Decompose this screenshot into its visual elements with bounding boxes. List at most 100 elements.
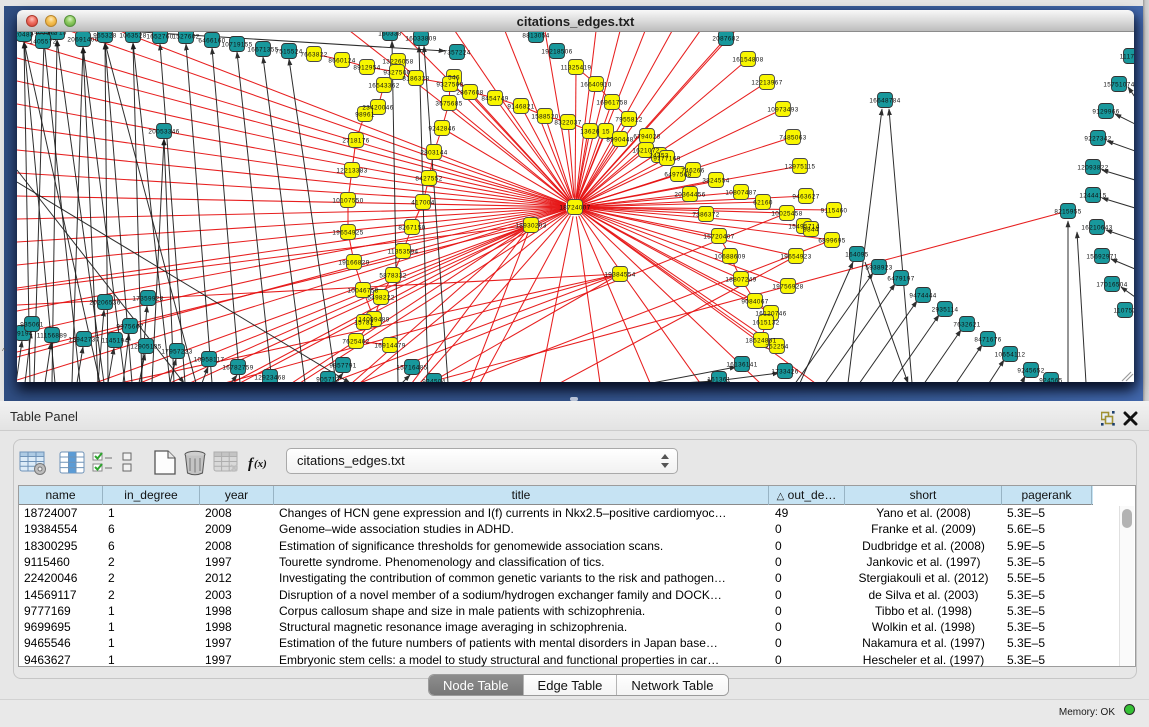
svg-text:9242846: 9242846 bbox=[428, 125, 455, 132]
svg-text:10654112: 10654112 bbox=[995, 351, 1026, 358]
svg-text:19756928: 19756928 bbox=[772, 283, 803, 290]
svg-text:62160: 62160 bbox=[753, 199, 773, 206]
svg-text:16543362: 16543362 bbox=[368, 82, 399, 89]
svg-text:1063528: 1063528 bbox=[119, 32, 146, 39]
svg-text:17016504: 17016504 bbox=[1096, 281, 1127, 288]
svg-text:546: 546 bbox=[448, 74, 460, 81]
svg-text:(x): (x) bbox=[254, 458, 267, 470]
svg-text:1733426: 1733426 bbox=[771, 368, 798, 375]
svg-text:8912954: 8912954 bbox=[353, 64, 380, 71]
svg-text:15782: 15782 bbox=[354, 319, 374, 326]
svg-text:9227342: 9227342 bbox=[1084, 135, 1111, 142]
svg-text:15692971: 15692971 bbox=[1086, 253, 1117, 260]
svg-text:7386372: 7386372 bbox=[692, 211, 719, 218]
svg-text:16914479: 16914479 bbox=[374, 342, 405, 349]
svg-text:1244415: 1244415 bbox=[1079, 192, 1106, 199]
svg-text:18807249: 18807249 bbox=[725, 276, 756, 283]
svg-text:8454749: 8454749 bbox=[481, 95, 508, 102]
svg-text:935061: 935061 bbox=[20, 321, 44, 328]
svg-text:924565: 924565 bbox=[1039, 377, 1063, 382]
svg-text:17957223: 17957223 bbox=[161, 348, 192, 355]
svg-text:1615132: 1615132 bbox=[752, 319, 779, 326]
svg-text:2718176: 2718176 bbox=[342, 137, 369, 144]
svg-text:9245652: 9245652 bbox=[1017, 367, 1044, 374]
svg-text:10107550: 10107550 bbox=[332, 197, 363, 204]
svg-text:8813054: 8813054 bbox=[522, 32, 549, 39]
svg-text:16136141: 16136141 bbox=[726, 361, 757, 368]
svg-text:8471676: 8471676 bbox=[974, 336, 1001, 343]
svg-text:160338: 160338 bbox=[378, 32, 402, 37]
svg-text:10025458: 10025458 bbox=[771, 210, 802, 217]
svg-text:7955812: 7955812 bbox=[615, 116, 642, 123]
svg-text:417004: 417004 bbox=[411, 199, 435, 206]
svg-text:10046758: 10046758 bbox=[347, 287, 378, 294]
svg-text:16671355: 16671355 bbox=[247, 46, 278, 53]
svg-text:8660124: 8660124 bbox=[328, 57, 355, 64]
svg-text:2087682: 2087682 bbox=[712, 35, 739, 42]
svg-text:16640910: 16640910 bbox=[580, 81, 611, 88]
svg-text:7632621: 7632621 bbox=[953, 321, 980, 328]
svg-text:6794028: 6794028 bbox=[633, 133, 660, 140]
svg-text:1652760: 1652760 bbox=[146, 33, 173, 40]
svg-text:11325419: 11325419 bbox=[561, 64, 592, 71]
svg-text:10973493: 10973493 bbox=[767, 106, 798, 113]
svg-text:9857791: 9857791 bbox=[329, 362, 356, 369]
svg-text:8427552: 8427552 bbox=[415, 175, 442, 182]
svg-text:13226058: 13226058 bbox=[382, 58, 413, 65]
svg-text:12905135: 12905135 bbox=[130, 343, 161, 350]
svg-text:16648784: 16648784 bbox=[869, 97, 900, 104]
svg-text:13626: 13626 bbox=[580, 128, 600, 135]
svg-text:96715: 96715 bbox=[47, 32, 67, 36]
svg-text:2935114: 2935114 bbox=[932, 306, 959, 313]
svg-text:9777169: 9777169 bbox=[653, 155, 680, 162]
svg-text:15751074: 15751074 bbox=[1103, 81, 1134, 88]
svg-text:6899695: 6899695 bbox=[818, 237, 845, 244]
svg-text:12923468: 12923468 bbox=[254, 374, 285, 381]
svg-text:7515524: 7515524 bbox=[275, 48, 302, 55]
svg-text:5938923: 5938923 bbox=[865, 264, 892, 271]
svg-text:5878332: 5878332 bbox=[379, 272, 406, 279]
svg-text:16120746: 16120746 bbox=[755, 310, 786, 317]
svg-text:8215955: 8215955 bbox=[1054, 208, 1081, 215]
svg-text:9463627: 9463627 bbox=[792, 193, 819, 200]
svg-text:164095: 164095 bbox=[845, 251, 869, 258]
svg-text:9844: 9844 bbox=[803, 226, 819, 233]
svg-text:9474444: 9474444 bbox=[909, 292, 936, 299]
svg-text:18930203: 18930203 bbox=[515, 222, 546, 229]
svg-text:20206536: 20206536 bbox=[89, 299, 120, 306]
svg-text:1145194: 1145194 bbox=[102, 337, 129, 344]
svg-text:16033809: 16033809 bbox=[405, 35, 436, 42]
svg-text:11156889: 11156889 bbox=[37, 332, 67, 339]
svg-text:905713: 905713 bbox=[316, 376, 340, 382]
svg-text:12213383: 12213383 bbox=[336, 167, 367, 174]
svg-text:110753: 110753 bbox=[1114, 307, 1134, 314]
svg-text:19384554: 19384554 bbox=[604, 271, 635, 278]
svg-text:111733: 111733 bbox=[1120, 53, 1134, 60]
svg-text:20364456: 20364456 bbox=[674, 191, 705, 198]
svg-text:6479197: 6479197 bbox=[887, 275, 914, 282]
svg-text:15720407: 15720407 bbox=[703, 233, 734, 240]
svg-text:10688609: 10688609 bbox=[714, 253, 745, 260]
svg-text:12975115: 12975115 bbox=[785, 163, 816, 170]
svg-text:11353594: 11353594 bbox=[388, 248, 419, 255]
svg-text:12093822: 12093822 bbox=[1077, 164, 1108, 171]
svg-text:3824554: 3824554 bbox=[702, 177, 729, 184]
svg-text:12213967: 12213967 bbox=[751, 79, 782, 86]
svg-text:8267150: 8267150 bbox=[398, 224, 425, 231]
svg-text:252254: 252254 bbox=[765, 343, 789, 350]
svg-text:7485063: 7485063 bbox=[779, 134, 806, 141]
svg-text:18724007: 18724007 bbox=[559, 204, 590, 211]
svg-text:19218506: 19218506 bbox=[541, 48, 572, 55]
svg-text:1527602: 1527602 bbox=[172, 33, 199, 40]
svg-text:23420046: 23420046 bbox=[362, 104, 393, 111]
svg-text:8186328: 8186328 bbox=[402, 75, 429, 82]
svg-text:7625402: 7625402 bbox=[342, 338, 369, 345]
svg-text:161361: 161361 bbox=[707, 376, 731, 382]
svg-text:9115460: 9115460 bbox=[821, 207, 848, 214]
svg-text:8990448: 8990448 bbox=[606, 136, 633, 143]
svg-text:3675685: 3675685 bbox=[435, 100, 462, 107]
svg-text:16961758: 16961758 bbox=[596, 99, 627, 106]
svg-text:20053346: 20053346 bbox=[148, 128, 179, 135]
svg-text:19654923: 19654923 bbox=[780, 253, 811, 260]
svg-text:746266: 746266 bbox=[681, 167, 705, 174]
